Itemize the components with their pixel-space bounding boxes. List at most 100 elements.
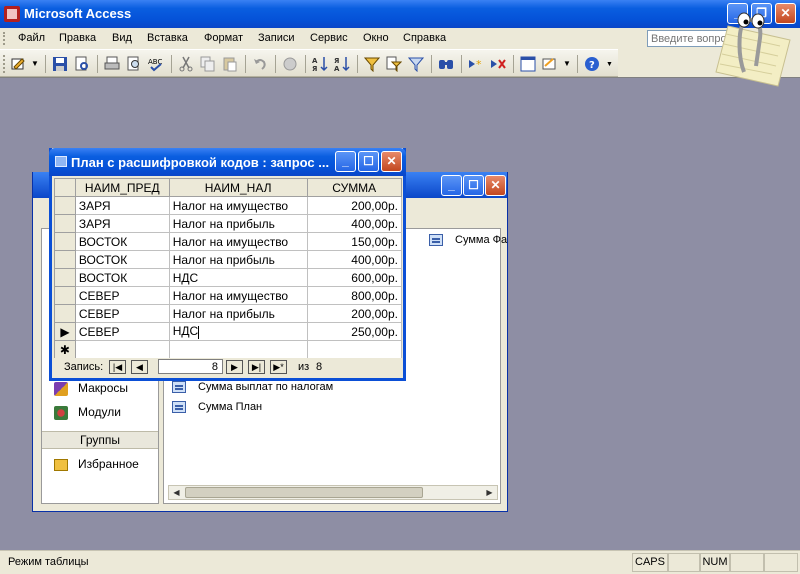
table-cell[interactable]: 400,00р.: [306, 214, 402, 233]
sidebar-item-modules[interactable]: Модули: [54, 405, 121, 420]
save-icon[interactable]: [52, 56, 68, 72]
menu-item[interactable]: Справка: [403, 32, 446, 44]
table-cell[interactable]: ЗАРЯ: [74, 196, 170, 215]
menu-item[interactable]: Формат: [204, 32, 243, 44]
spelling-icon[interactable]: ABC: [148, 56, 164, 72]
table-cell[interactable]: 250,00р.: [306, 322, 402, 341]
find-icon[interactable]: [438, 56, 454, 72]
table-cell[interactable]: СЕВЕР: [74, 286, 170, 305]
table-cell[interactable]: Налог на имущество: [168, 286, 308, 305]
list-item-right[interactable]: Сумма Фа: [429, 234, 507, 247]
filter-by-form-icon[interactable]: [386, 56, 402, 72]
db-close-button[interactable]: ✕: [485, 175, 506, 196]
table-row[interactable]: СЕВЕР Налог на прибыль 200,00р.: [54, 304, 402, 323]
scroll-thumb[interactable]: [185, 487, 423, 498]
table-row[interactable]: ВОСТОК Налог на прибыль 400,00р.: [54, 250, 402, 269]
print-preview-icon[interactable]: [126, 56, 142, 72]
menu-grip[interactable]: [3, 32, 11, 45]
paste-icon[interactable]: [222, 56, 238, 72]
sidebar-item-favorites[interactable]: Избранное: [54, 457, 139, 471]
table-cell[interactable]: Налог на прибыль: [168, 250, 308, 269]
query-close-button[interactable]: ✕: [381, 151, 402, 172]
table-cell[interactable]: Налог на имущество: [168, 232, 308, 251]
sort-descending-icon[interactable]: ЯA: [334, 56, 350, 72]
table-cell[interactable]: 600,00р.: [306, 268, 402, 287]
new-record-selector[interactable]: ✱: [54, 340, 76, 359]
menu-item[interactable]: Окно: [363, 32, 389, 44]
table-cell[interactable]: 400,00р.: [306, 250, 402, 269]
table-cell[interactable]: Налог на прибыль: [168, 214, 308, 233]
filter-by-selection-icon[interactable]: [364, 56, 380, 72]
table-cell[interactable]: ВОСТОК: [74, 268, 170, 287]
new-record-nav-button[interactable]: ▶*: [270, 360, 287, 374]
menu-item[interactable]: Вставка: [147, 32, 188, 44]
record-selector[interactable]: [54, 250, 76, 269]
menu-item[interactable]: Записи: [258, 32, 295, 44]
table-row[interactable]: СЕВЕР Налог на имущество 800,00р.: [54, 286, 402, 305]
table-row[interactable]: ВОСТОК Налог на имущество 150,00р.: [54, 232, 402, 251]
view-design-icon[interactable]: [11, 56, 27, 72]
column-header[interactable]: НАИМ_ПРЕД: [74, 178, 170, 197]
query-minimize-button[interactable]: _: [335, 151, 356, 172]
toolbar-options-icon[interactable]: ▼: [606, 61, 613, 68]
table-cell[interactable]: НДС: [168, 268, 308, 287]
db-maximize-button[interactable]: ☐: [463, 175, 484, 196]
select-all-corner[interactable]: [54, 178, 76, 197]
current-record-field[interactable]: [158, 359, 223, 374]
table-cell[interactable]: СЕВЕР: [74, 322, 170, 341]
scroll-right-arrow[interactable]: ▶: [482, 486, 497, 499]
column-header[interactable]: НАИМ_НАЛ: [168, 178, 308, 197]
table-cell[interactable]: 150,00р.: [306, 232, 402, 251]
menu-item[interactable]: Сервис: [310, 32, 348, 44]
record-selector[interactable]: [54, 232, 76, 251]
table-row[interactable]: ЗАРЯ Налог на имущество 200,00р.: [54, 196, 402, 215]
access-app-icon[interactable]: [4, 6, 20, 22]
record-selector[interactable]: [54, 304, 76, 323]
record-selector[interactable]: [54, 286, 76, 305]
next-record-button[interactable]: ▶: [226, 360, 243, 374]
table-cell[interactable]: Налог на имущество: [168, 196, 308, 215]
sidebar-item-macros[interactable]: Макросы: [54, 381, 128, 396]
menu-item[interactable]: Правка: [59, 32, 96, 44]
column-header[interactable]: СУММА: [306, 178, 402, 197]
horizontal-scrollbar[interactable]: ◀ ▶: [168, 485, 498, 500]
table-cell[interactable]: СЕВЕР: [74, 304, 170, 323]
table-row[interactable]: ▶ СЕВЕР НДС 250,00р.: [54, 322, 402, 341]
table-row[interactable]: ВОСТОК НДС 600,00р.: [54, 268, 402, 287]
record-selector[interactable]: [54, 268, 76, 287]
first-record-button[interactable]: |◀: [109, 360, 126, 374]
help-icon[interactable]: ?: [584, 56, 600, 72]
new-record-row[interactable]: ✱: [54, 340, 402, 359]
office-assistant-clippy[interactable]: [708, 6, 796, 88]
sort-ascending-icon[interactable]: AЯ: [312, 56, 328, 72]
previous-record-button[interactable]: ◀: [131, 360, 148, 374]
table-cell[interactable]: Налог на прибыль: [168, 304, 308, 323]
query-maximize-button[interactable]: ☐: [358, 151, 379, 172]
undo-icon[interactable]: [252, 56, 268, 72]
file-search-icon[interactable]: [74, 56, 90, 72]
record-selector[interactable]: [54, 196, 76, 215]
apply-filter-icon[interactable]: [408, 56, 424, 72]
list-item[interactable]: Сумма выплат по налогам: [172, 381, 333, 394]
menu-item[interactable]: Вид: [112, 32, 132, 44]
scroll-left-arrow[interactable]: ◀: [169, 486, 184, 499]
delete-record-icon[interactable]: [490, 56, 506, 72]
view-dropdown-icon[interactable]: ▼: [31, 59, 39, 68]
query-window-icon[interactable]: [55, 156, 67, 167]
table-cell[interactable]: НДС: [168, 322, 308, 341]
table-cell[interactable]: ВОСТОК: [74, 232, 170, 251]
hyperlink-icon[interactable]: [282, 56, 298, 72]
last-record-button[interactable]: ▶|: [248, 360, 265, 374]
copy-icon[interactable]: [200, 56, 216, 72]
record-selector[interactable]: ▶: [54, 322, 76, 341]
database-window-icon[interactable]: [520, 56, 536, 72]
new-object-icon[interactable]: [542, 56, 558, 72]
new-record-icon[interactable]: *: [468, 56, 484, 72]
list-item[interactable]: Сумма План: [172, 401, 262, 414]
cut-icon[interactable]: [178, 56, 194, 72]
print-icon[interactable]: [104, 56, 120, 72]
groups-header[interactable]: Группы: [42, 431, 158, 449]
table-cell[interactable]: 200,00р.: [306, 304, 402, 323]
menu-item[interactable]: Файл: [18, 32, 45, 44]
db-minimize-button[interactable]: _: [441, 175, 462, 196]
